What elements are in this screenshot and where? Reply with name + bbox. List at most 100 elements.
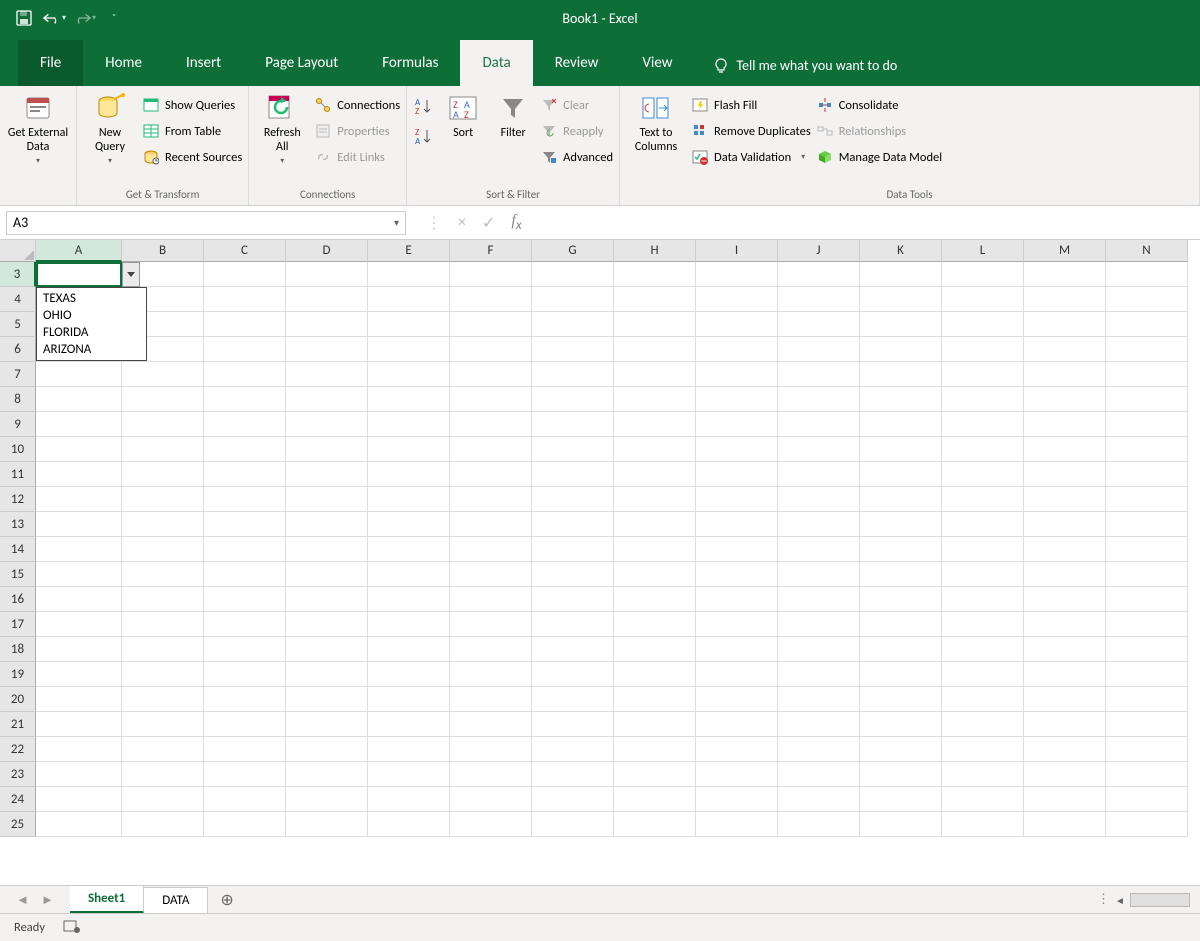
remove-duplicates-button[interactable]: Remove Duplicates: [692, 120, 811, 142]
cell[interactable]: [860, 662, 942, 687]
cell[interactable]: [696, 737, 778, 762]
cell[interactable]: [204, 787, 286, 812]
cell[interactable]: [450, 437, 532, 462]
cell[interactable]: [778, 362, 860, 387]
column-header[interactable]: J: [778, 240, 860, 262]
cell[interactable]: [450, 312, 532, 337]
cell[interactable]: [368, 437, 450, 462]
cell[interactable]: [286, 612, 368, 637]
cell[interactable]: [696, 337, 778, 362]
cell[interactable]: [1106, 487, 1188, 512]
horizontal-scrollbar[interactable]: [1130, 893, 1190, 907]
cell[interactable]: [450, 712, 532, 737]
cell[interactable]: [778, 637, 860, 662]
cell[interactable]: [122, 362, 204, 387]
cell[interactable]: [122, 462, 204, 487]
cell[interactable]: [778, 487, 860, 512]
cell[interactable]: [368, 312, 450, 337]
cell[interactable]: [368, 412, 450, 437]
sort-button[interactable]: ZAAZ Sort: [441, 90, 485, 140]
cell[interactable]: [1024, 337, 1106, 362]
cell[interactable]: [204, 537, 286, 562]
cell[interactable]: [1106, 562, 1188, 587]
cell[interactable]: [1106, 287, 1188, 312]
cell[interactable]: [368, 387, 450, 412]
cell[interactable]: [532, 287, 614, 312]
cell[interactable]: [696, 537, 778, 562]
cell[interactable]: [614, 512, 696, 537]
column-header[interactable]: E: [368, 240, 450, 262]
cell[interactable]: [532, 262, 614, 287]
cell[interactable]: [122, 712, 204, 737]
cell[interactable]: [1106, 337, 1188, 362]
clear-button[interactable]: Clear: [541, 94, 613, 116]
cell[interactable]: [1106, 787, 1188, 812]
cell[interactable]: [942, 512, 1024, 537]
cell[interactable]: [204, 762, 286, 787]
cell[interactable]: [942, 437, 1024, 462]
relationships-button[interactable]: Relationships: [817, 120, 942, 142]
refresh-all-button[interactable]: Refresh All ▾: [255, 90, 309, 166]
cell[interactable]: [696, 462, 778, 487]
cell[interactable]: [368, 762, 450, 787]
row-header[interactable]: 20: [0, 687, 36, 712]
cell[interactable]: [36, 662, 122, 687]
cell[interactable]: [532, 387, 614, 412]
text-to-columns-button[interactable]: Text to Columns: [626, 90, 686, 155]
cell[interactable]: [286, 637, 368, 662]
cell[interactable]: [368, 637, 450, 662]
active-cell[interactable]: [36, 262, 122, 287]
properties-button[interactable]: Properties: [315, 120, 400, 142]
cell[interactable]: [696, 812, 778, 837]
get-external-data-button[interactable]: Get External Data ▾: [6, 90, 70, 166]
cell[interactable]: [778, 462, 860, 487]
cell[interactable]: [450, 462, 532, 487]
column-header[interactable]: C: [204, 240, 286, 262]
cell[interactable]: [1024, 787, 1106, 812]
cell[interactable]: [860, 562, 942, 587]
cell[interactable]: [942, 587, 1024, 612]
cell[interactable]: [532, 487, 614, 512]
cell[interactable]: [1024, 662, 1106, 687]
cell[interactable]: [778, 262, 860, 287]
cell[interactable]: [450, 562, 532, 587]
cell[interactable]: [860, 412, 942, 437]
cell[interactable]: [1106, 737, 1188, 762]
cell[interactable]: [1024, 462, 1106, 487]
cell[interactable]: [696, 437, 778, 462]
cell[interactable]: [368, 362, 450, 387]
data-validation-dropdown-list[interactable]: TEXASOHIOFLORIDAARIZONA: [36, 287, 147, 361]
cell[interactable]: [778, 587, 860, 612]
column-header[interactable]: K: [860, 240, 942, 262]
cell[interactable]: [1106, 587, 1188, 612]
cell[interactable]: [614, 262, 696, 287]
show-queries-button[interactable]: Show Queries: [143, 94, 242, 116]
cell[interactable]: [614, 487, 696, 512]
cell[interactable]: [204, 362, 286, 387]
cell[interactable]: [532, 437, 614, 462]
cell[interactable]: [778, 612, 860, 637]
cell[interactable]: [450, 737, 532, 762]
cell[interactable]: [614, 712, 696, 737]
cell[interactable]: [532, 337, 614, 362]
cell[interactable]: [36, 587, 122, 612]
cell[interactable]: [942, 412, 1024, 437]
cell[interactable]: [450, 362, 532, 387]
cell[interactable]: [942, 612, 1024, 637]
reapply-button[interactable]: Reapply: [541, 120, 613, 142]
cell[interactable]: [532, 812, 614, 837]
data-validation-button[interactable]: Data Validation▾: [692, 146, 811, 168]
dropdown-item[interactable]: FLORIDA: [37, 324, 146, 341]
row-header[interactable]: 9: [0, 412, 36, 437]
cell[interactable]: [36, 737, 122, 762]
row-header[interactable]: 5: [0, 312, 36, 337]
cell[interactable]: [860, 462, 942, 487]
tab-insert[interactable]: Insert: [164, 40, 243, 86]
cell[interactable]: [532, 612, 614, 637]
cell[interactable]: [532, 462, 614, 487]
cell[interactable]: [122, 587, 204, 612]
cell[interactable]: [1024, 687, 1106, 712]
column-header[interactable]: M: [1024, 240, 1106, 262]
cell[interactable]: [204, 587, 286, 612]
column-header[interactable]: F: [450, 240, 532, 262]
